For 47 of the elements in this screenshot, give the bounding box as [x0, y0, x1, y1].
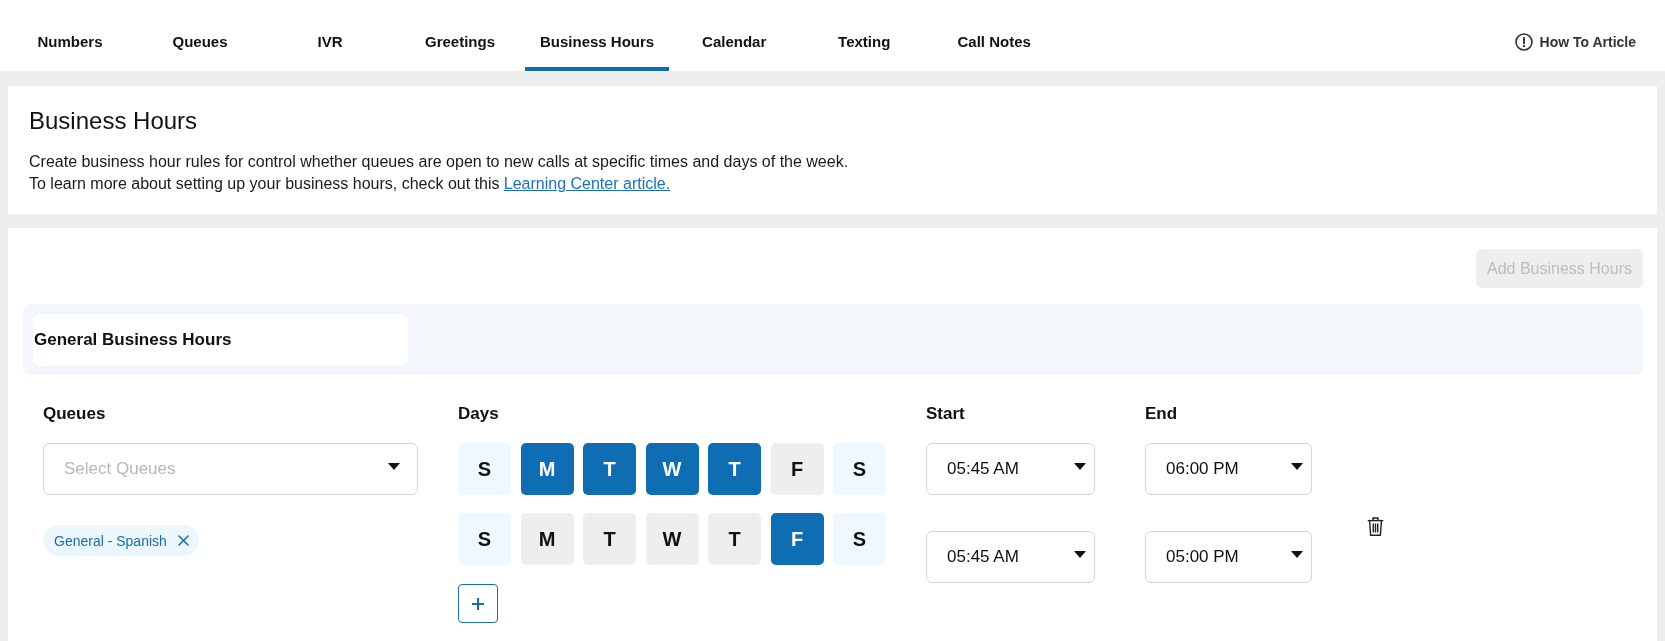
trash-icon[interactable]	[1367, 517, 1384, 536]
nav-tab[interactable]: Call Notes	[929, 0, 1060, 71]
rule-name-field[interactable]: General Business Hours	[33, 314, 408, 366]
exclamation-circle-icon	[1514, 33, 1533, 51]
nav-tab[interactable]: Texting	[799, 0, 930, 71]
day-toggle[interactable]: T	[708, 513, 761, 565]
day-toggle[interactable]: M	[520, 443, 574, 495]
close-icon[interactable]	[177, 535, 189, 546]
nav-tab[interactable]: Business Hours	[525, 0, 670, 71]
day-toggle[interactable]: F	[770, 513, 824, 565]
time-select[interactable]: 05:00 PM	[1145, 531, 1312, 583]
queue-label: General - Spanish	[54, 532, 167, 549]
column-label: End	[1145, 404, 1178, 424]
nav-tab[interactable]: IVR	[265, 0, 395, 71]
day-toggle[interactable]: S	[458, 513, 511, 565]
day-toggle[interactable]: S	[458, 443, 511, 495]
caret-icon	[388, 462, 400, 470]
nav-tab[interactable]: Numbers	[5, 0, 135, 71]
nav-tab[interactable]: Queues	[135, 0, 265, 71]
day-toggle[interactable]: T	[583, 513, 636, 565]
caret-icon	[1074, 463, 1086, 470]
time-select[interactable]: 05:45 AM	[926, 443, 1095, 495]
time-select[interactable]: 05:45 AM	[926, 531, 1095, 583]
nav-tab[interactable]: Greetings	[395, 0, 525, 71]
time-select[interactable]: 06:00 PM	[1145, 443, 1312, 495]
day-toggle[interactable]: T	[583, 443, 636, 495]
day-toggle[interactable]: M	[520, 513, 574, 565]
caret-icon	[1291, 551, 1303, 558]
add-button[interactable]	[458, 584, 498, 623]
day-toggle[interactable]: W	[645, 513, 699, 565]
caret-icon	[1074, 551, 1086, 558]
plus-icon	[472, 597, 484, 610]
column-label: Queues	[43, 404, 106, 424]
page-title: Business Hours	[29, 107, 199, 135]
how-to-article-link[interactable]: How To Article	[1514, 33, 1636, 51]
day-toggle[interactable]: T	[708, 443, 761, 495]
day-toggle[interactable]: W	[645, 443, 699, 495]
day-toggle[interactable]: F	[770, 443, 824, 495]
column-label: Days	[458, 404, 499, 424]
caret-icon	[1291, 463, 1303, 470]
day-toggle[interactable]: S	[833, 513, 886, 565]
description-text: Create business hour rules for control whether queues are open to new calls at specific times and days of the week.	[29, 152, 850, 172]
nav-tab[interactable]: Calendar	[669, 0, 800, 71]
description-text: To learn more about setting up your business hours, check out this Learning Center article.	[29, 174, 672, 194]
day-toggle[interactable]: S	[833, 443, 886, 495]
learning-center-link[interactable]: Learning Center article.	[503, 175, 671, 192]
column-label: Start	[926, 404, 965, 424]
